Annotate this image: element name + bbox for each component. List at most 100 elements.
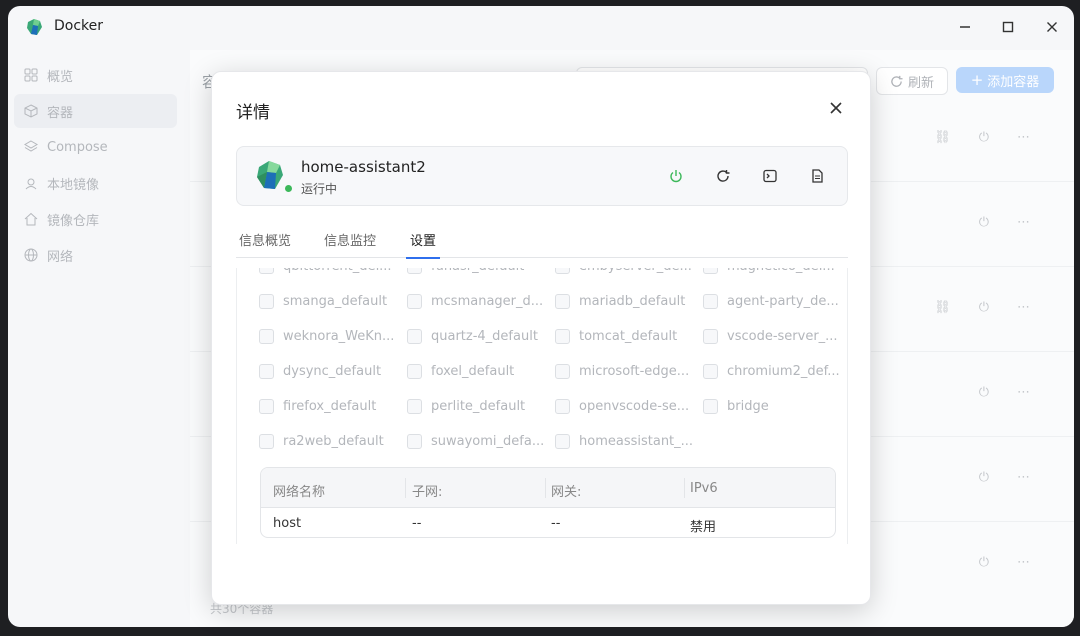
close-icon <box>1047 22 1057 32</box>
tab-overview[interactable]: 信息概览 <box>239 230 291 257</box>
cube-icon <box>24 104 38 118</box>
network-checkbox[interactable]: suwayomi_defa... <box>407 431 544 451</box>
checkbox-box[interactable] <box>259 268 274 274</box>
sidebar-item-overview[interactable]: 概览 <box>14 58 177 92</box>
power-icon[interactable]: ⏻ <box>979 300 989 315</box>
network-checkbox[interactable]: bridge <box>703 396 769 416</box>
restart-button[interactable] <box>713 166 733 186</box>
close-dialog-button[interactable] <box>826 98 846 118</box>
terminal-button[interactable] <box>760 166 780 186</box>
dialog-title: 详情 <box>236 103 270 123</box>
network-label: magnetico_def... <box>727 268 835 274</box>
network-checkbox[interactable]: magnetico_def... <box>703 268 835 276</box>
more-icon[interactable]: ⋯ <box>1017 300 1030 315</box>
network-checkbox[interactable]: openvscode-se... <box>555 396 689 416</box>
sidebar-item-label: 本地镜像 <box>47 177 100 193</box>
sidebar-item-local-images[interactable]: 本地镜像 <box>14 166 177 200</box>
network-label: chromium2_def... <box>727 363 840 379</box>
network-checkbox[interactable]: mcsmanager_d... <box>407 291 543 311</box>
checkbox-box[interactable] <box>703 328 718 344</box>
checkbox-box[interactable] <box>407 293 422 309</box>
network-checkbox[interactable]: embyserver_de... <box>555 268 692 276</box>
power-icon[interactable]: ⏻ <box>979 555 989 570</box>
link-icon[interactable]: ⛓ <box>934 300 951 315</box>
network-checkbox[interactable]: microsoft-edge... <box>555 361 689 381</box>
network-checkbox[interactable]: qbittorrent_def... <box>259 268 392 276</box>
network-checkbox[interactable]: tomcat_default <box>555 326 677 346</box>
network-label: foxel_default <box>431 363 515 379</box>
checkbox-box[interactable] <box>407 328 422 344</box>
power-icon[interactable]: ⏻ <box>979 385 989 400</box>
image-icon <box>25 178 37 190</box>
maximize-button[interactable] <box>995 14 1021 40</box>
sidebar-item-containers[interactable]: 容器 <box>14 94 177 128</box>
network-checkbox[interactable]: vscode-server_... <box>703 326 838 346</box>
checkbox-box[interactable] <box>555 293 570 309</box>
network-checkbox[interactable]: firefox_default <box>259 396 376 416</box>
tab-monitor[interactable]: 信息监控 <box>324 230 376 257</box>
more-icon[interactable]: ⋯ <box>1017 555 1030 570</box>
terminal-icon <box>763 169 777 183</box>
network-checkbox[interactable]: dysync_default <box>259 361 381 381</box>
checkbox-box[interactable] <box>703 363 718 379</box>
network-checkbox[interactable]: quartz-4_default <box>407 326 538 346</box>
checkbox-box[interactable] <box>703 293 718 309</box>
refresh-button[interactable]: 刷新 <box>876 67 948 95</box>
power-button[interactable] <box>666 166 686 186</box>
power-icon[interactable]: ⏻ <box>979 470 989 485</box>
network-checkbox[interactable]: smanga_default <box>259 291 387 311</box>
network-checkbox[interactable]: perlite_default <box>407 396 525 416</box>
column-header: 网络名称 <box>273 485 326 500</box>
power-icon[interactable]: ⏻ <box>979 130 989 145</box>
network-checkbox[interactable]: mariadb_default <box>555 291 685 311</box>
sidebar-item-registry[interactable]: 镜像仓库 <box>14 202 177 236</box>
layers-icon <box>24 140 38 152</box>
checkbox-box[interactable] <box>259 293 274 309</box>
network-checkbox[interactable]: chromium2_def... <box>703 361 840 381</box>
checkbox-box[interactable] <box>703 398 718 414</box>
checkbox-box[interactable] <box>555 398 570 414</box>
network-checkbox[interactable]: agent-party_de... <box>703 291 839 311</box>
table-cell: -- <box>412 516 422 531</box>
network-checkbox[interactable]: homeassistant_... <box>555 431 693 451</box>
plus-icon: + <box>970 71 984 89</box>
network-checkbox[interactable]: weknora_WeKn... <box>259 326 394 346</box>
maximize-icon <box>1002 21 1014 33</box>
checkbox-box[interactable] <box>703 268 718 274</box>
checkbox-box[interactable] <box>259 363 274 379</box>
checkbox-box[interactable] <box>555 268 570 274</box>
logs-button[interactable] <box>807 166 827 186</box>
link-icon[interactable]: ⛓ <box>934 130 951 145</box>
network-label: agent-party_de... <box>727 293 839 309</box>
sidebar-item-compose[interactable]: Compose <box>14 130 177 164</box>
checkbox-box[interactable] <box>407 363 422 379</box>
checkbox-box[interactable] <box>259 433 274 449</box>
power-icon[interactable]: ⏻ <box>979 215 989 230</box>
checkbox-box[interactable] <box>407 433 422 449</box>
sidebar-item-label: 容器 <box>47 105 74 121</box>
close-window-button[interactable] <box>1039 14 1065 40</box>
home-icon <box>24 212 38 226</box>
network-label: mcsmanager_d... <box>431 293 544 309</box>
tab-settings[interactable]: 设置 <box>406 230 441 259</box>
detail-tabs: 信息概览 信息监控 设置 <box>236 228 848 259</box>
checkbox-box[interactable] <box>555 363 570 379</box>
checkbox-box[interactable] <box>259 328 274 344</box>
more-icon[interactable]: ⋯ <box>1017 470 1030 485</box>
more-icon[interactable]: ⋯ <box>1017 130 1030 145</box>
sidebar-item-label: 网络 <box>47 249 74 265</box>
more-icon[interactable]: ⋯ <box>1017 215 1030 230</box>
add-container-button[interactable]: + 添加容器 <box>956 67 1054 93</box>
more-icon[interactable]: ⋯ <box>1017 385 1030 400</box>
sidebar-item-network[interactable]: 网络 <box>14 238 177 272</box>
minimize-button[interactable] <box>952 14 978 40</box>
network-checkbox[interactable]: funasr_default <box>407 268 524 276</box>
network-checkbox[interactable]: ra2web_default <box>259 431 384 451</box>
checkbox-box[interactable] <box>407 268 422 274</box>
checkbox-box[interactable] <box>259 398 274 414</box>
checkbox-box[interactable] <box>555 433 570 449</box>
checkbox-box[interactable] <box>555 328 570 344</box>
network-checkbox[interactable]: foxel_default <box>407 361 514 381</box>
column-header: IPv6 <box>690 481 718 496</box>
checkbox-box[interactable] <box>407 398 422 414</box>
